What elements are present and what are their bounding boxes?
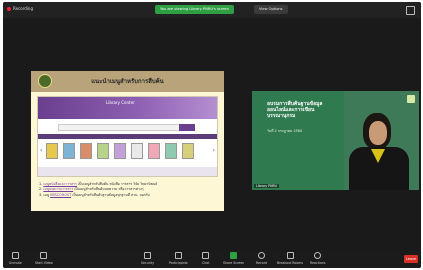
library-website-screenshot: Library Center ‹ › — [37, 96, 218, 177]
rooms-icon — [286, 252, 294, 259]
book-cover — [80, 143, 92, 159]
book-cover — [165, 143, 177, 159]
chat-button[interactable]: Chat — [202, 252, 209, 265]
slide-list-item: 3. เมนู EBSCOHOST เป็นเมนูสำหรับสืบค้นฐา… — [39, 192, 150, 197]
toolbar-label: Reactions — [310, 261, 326, 265]
website-banner: Library Center — [38, 97, 217, 119]
book-cover — [97, 143, 109, 159]
website-footer — [38, 167, 217, 176]
video-icon — [40, 252, 48, 259]
reactions-button[interactable]: Reactions — [310, 252, 326, 265]
video-banner-date: วันที่ 2 กรกฎาคม 2564 — [267, 129, 303, 133]
record-dot-icon — [7, 6, 11, 11]
start-video-button[interactable]: Start Video — [35, 252, 53, 265]
shared-slide: แนะนำเมนูสำหรับการสืบค้น Library Center … — [31, 71, 224, 211]
toolbar-label: Security — [141, 261, 155, 265]
toolbar-label: Start Video — [35, 261, 53, 265]
book-cover — [63, 143, 75, 159]
slide-title: แนะนำเมนูสำหรับการสืบค้น — [91, 78, 164, 85]
record-button[interactable]: Record — [256, 252, 267, 265]
unmute-button[interactable]: Unmute — [9, 252, 22, 265]
book-cover — [114, 143, 126, 159]
mic-icon — [11, 252, 19, 259]
wall-note-icon — [407, 95, 415, 103]
slide-header: แนะนำเมนูสำหรับการสืบค้น — [31, 71, 224, 92]
shield-icon — [144, 252, 152, 259]
toolbar-label: Record — [256, 261, 268, 265]
participants-icon — [174, 252, 182, 259]
participant-name: Library PNRU — [254, 184, 280, 188]
share-icon — [230, 252, 238, 259]
speaker-face — [369, 121, 387, 145]
website-search-input — [58, 124, 180, 131]
speaker-video[interactable]: อบรมการสืบค้นฐานข้อมูลออนไลน์และการเขียน… — [252, 91, 419, 190]
participants-button[interactable]: Participants — [169, 252, 188, 265]
video-banner-title: อบรมการสืบค้นฐานข้อมูลออนไลน์และการเขียน… — [267, 101, 323, 119]
screen-share-banner[interactable]: You are viewing Library PNRU's screen — [155, 5, 234, 14]
leave-button[interactable]: Leave — [404, 255, 418, 263]
carousel-right-icon: › — [212, 147, 215, 154]
chat-icon — [202, 252, 210, 259]
record-icon — [258, 252, 265, 259]
security-button[interactable]: Security — [141, 252, 154, 265]
website-search-button — [179, 124, 195, 131]
zoom-window: Recording You are viewing Library PNRU's… — [3, 2, 421, 268]
website-nav-bar — [38, 134, 217, 139]
book-cover — [148, 143, 160, 159]
toolbar-label: Chat — [202, 261, 210, 265]
website-banner-text: Library Center — [106, 100, 135, 105]
meeting-toolbar: Unmute Start Video Security Participants… — [3, 250, 421, 268]
recording-label: Recording — [13, 6, 34, 11]
toolbar-label: Breakout Rooms — [277, 261, 304, 265]
slide-link-text: เมนูหนังสือและวารสาร — [43, 182, 77, 186]
share-screen-button[interactable]: Share Screen — [223, 252, 244, 265]
slide-link-text: EBSCOHOST — [50, 192, 72, 197]
slide-link-text: เมนูบทความวารสาร — [43, 187, 74, 192]
toolbar-label: Participants — [169, 261, 188, 265]
toolbar-label: Unmute — [9, 261, 22, 265]
view-options-button[interactable]: View Options — [254, 5, 288, 14]
book-cover — [131, 143, 143, 159]
book-cover — [46, 143, 58, 159]
top-bar: Recording You are viewing Library PNRU's… — [3, 2, 421, 18]
carousel-left-icon: ‹ — [40, 147, 43, 154]
smile-icon — [314, 252, 322, 259]
breakout-rooms-button[interactable]: Breakout Rooms — [277, 252, 303, 265]
recording-indicator[interactable]: Recording — [7, 6, 33, 11]
fullscreen-icon[interactable] — [406, 6, 415, 15]
toolbar-label: Share Screen — [223, 261, 245, 265]
slide-menu-list: 1. เมนูหนังสือและวารสาร เป็นเมนูสำหรับสื… — [39, 182, 157, 198]
book-carousel — [46, 143, 194, 159]
book-cover — [182, 143, 194, 159]
